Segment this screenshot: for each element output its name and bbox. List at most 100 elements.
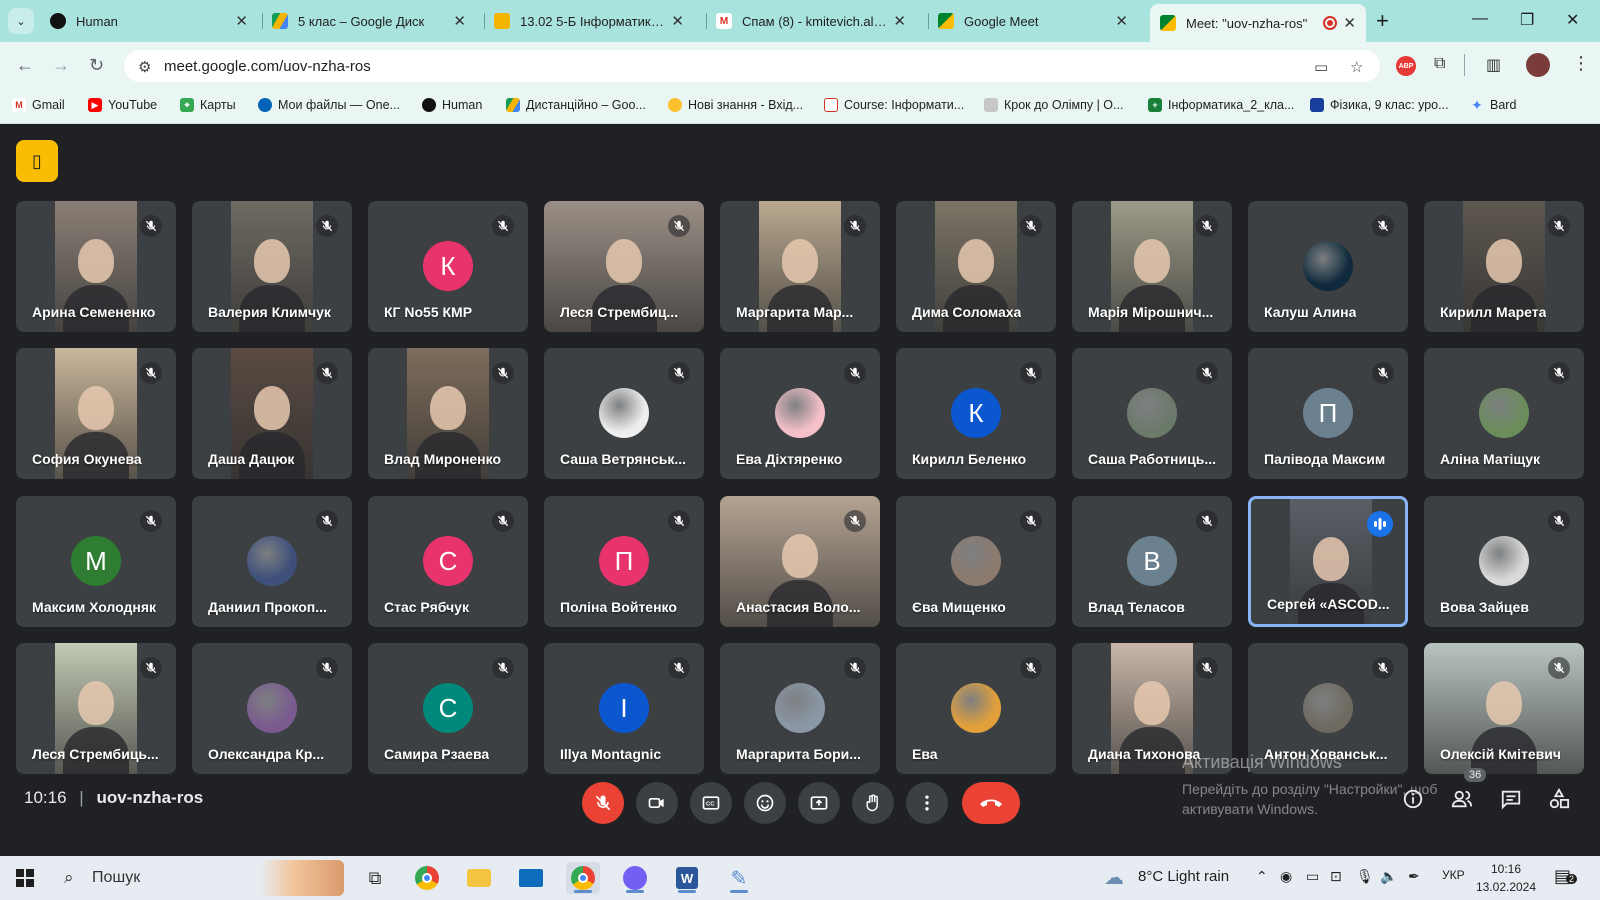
new-tab-button[interactable]: + xyxy=(1376,8,1389,34)
participant-tile[interactable]: София Окунева xyxy=(16,348,176,479)
participant-tile[interactable]: Марія Мірошнич... xyxy=(1072,201,1232,332)
meeting-details-icon[interactable]: ▯ xyxy=(16,140,58,182)
participant-tile[interactable]: Олександра Кр... xyxy=(192,643,352,774)
side-panel-icon[interactable]: ▥ xyxy=(1486,55,1501,75)
close-icon[interactable]: ✕ xyxy=(235,12,248,30)
bookmark-star-icon[interactable]: ☆ xyxy=(1350,58,1363,76)
tab-google-meet[interactable]: Google Meet ✕ xyxy=(928,6,1138,36)
tab-human[interactable]: Human ✕ xyxy=(40,6,258,36)
taskbar-file-explorer[interactable] xyxy=(462,862,496,894)
participant-tile[interactable]: Аліна Матіщук xyxy=(1424,348,1584,479)
tab-meet-active[interactable]: Meet: "uov-nzha-ros" ✕ xyxy=(1150,4,1366,42)
adblock-icon[interactable]: ABP xyxy=(1396,56,1416,76)
more-options-button[interactable] xyxy=(906,782,948,824)
taskbar-paint[interactable]: ✎ xyxy=(722,862,756,894)
tab-gmail[interactable]: M Спам (8) - kmitevich.alex@ ✕ xyxy=(706,6,916,36)
participant-tile[interactable]: С Самира Рзаева xyxy=(368,643,528,774)
participant-tile[interactable]: Валерия Климчук xyxy=(192,201,352,332)
participant-tile[interactable]: Леся Стрембиц... xyxy=(544,201,704,332)
bookmark-drive[interactable]: Дистанційно – Goo... xyxy=(506,98,646,112)
taskbar-chrome-active[interactable] xyxy=(566,862,600,894)
tab-slides[interactable]: 13.02 5-Б Інформатика Те ✕ xyxy=(484,6,694,36)
profile-avatar[interactable] xyxy=(1526,53,1550,77)
emoji-reaction-button[interactable] xyxy=(744,782,786,824)
minimize-icon[interactable]: — xyxy=(1472,10,1488,28)
taskbar-search[interactable]: ⌕ Пошук xyxy=(56,860,348,896)
participant-tile[interactable]: К КГ No55 КМР xyxy=(368,201,528,332)
activities-button[interactable] xyxy=(1548,788,1570,810)
participant-tile[interactable]: Дима Соломаха xyxy=(896,201,1056,332)
tray-record-icon[interactable]: ◉ xyxy=(1280,868,1292,885)
taskbar-chrome[interactable] xyxy=(410,862,444,894)
bookmark-maps[interactable]: ⌖ Карты xyxy=(180,98,236,112)
participant-tile[interactable]: Влад Мироненко xyxy=(368,348,528,479)
present-screen-button[interactable] xyxy=(798,782,840,824)
battery-icon[interactable]: ▭ xyxy=(1306,868,1319,885)
participant-tile[interactable]: К Кирилл Беленко xyxy=(896,348,1056,479)
close-icon[interactable]: ✕ xyxy=(1115,12,1128,30)
tab-google-drive[interactable]: 5 клас – Google Диск ✕ xyxy=(262,6,476,36)
reload-icon[interactable]: ↻ xyxy=(89,55,104,76)
close-icon[interactable]: ✕ xyxy=(1343,14,1356,32)
restore-icon[interactable]: ❐ xyxy=(1520,10,1534,30)
participant-tile[interactable]: Кирилл Марета xyxy=(1424,201,1584,332)
taskbar-mail[interactable] xyxy=(514,862,548,894)
close-icon[interactable]: ✕ xyxy=(893,12,906,30)
bookmark-youtube[interactable]: ▶ YouTube xyxy=(88,98,157,112)
bookmark-informatyka[interactable]: + Інформатика_2_кла... xyxy=(1148,98,1294,112)
taskbar-word[interactable]: W xyxy=(670,862,704,894)
language-indicator[interactable]: УКР xyxy=(1442,868,1465,882)
camera-toggle-button[interactable] xyxy=(636,782,678,824)
start-button[interactable] xyxy=(8,862,42,894)
bookmark-bard[interactable]: ✦ Bard xyxy=(1470,97,1516,113)
participant-tile[interactable]: Калуш Алина xyxy=(1248,201,1408,332)
task-view-button[interactable]: ⧉ xyxy=(358,862,392,894)
taskbar-viber[interactable] xyxy=(618,862,652,894)
participant-tile[interactable]: Ева xyxy=(896,643,1056,774)
participant-tile[interactable]: Даша Дацюк xyxy=(192,348,352,479)
participant-tile[interactable]: Саша Ветрянськ... xyxy=(544,348,704,479)
participant-tile[interactable]: Єва Мищенко xyxy=(896,496,1056,627)
site-info-icon[interactable]: ⚙ xyxy=(138,58,151,76)
participant-tile[interactable]: П Поліна Войтенко xyxy=(544,496,704,627)
close-icon[interactable]: ✕ xyxy=(671,12,684,30)
menu-icon[interactable]: ⋮ xyxy=(1572,53,1590,74)
weather-text[interactable]: 8°C Light rain xyxy=(1138,868,1229,885)
bookmark-course[interactable]: Course: Інформати... xyxy=(824,98,964,112)
participant-tile[interactable]: М Максим Холодняк xyxy=(16,496,176,627)
close-window-icon[interactable]: ✕ xyxy=(1566,10,1579,30)
volume-icon[interactable]: 🔈 xyxy=(1380,868,1397,885)
captions-button[interactable]: CC xyxy=(690,782,732,824)
chat-button[interactable] xyxy=(1500,788,1522,810)
notifications-icon[interactable]: ▤ 2 xyxy=(1554,866,1578,887)
participant-tile[interactable]: Леся Стрембиць... xyxy=(16,643,176,774)
participant-tile[interactable]: Вова Зайцев xyxy=(1424,496,1584,627)
participant-tile[interactable]: Маргарита Мар... xyxy=(720,201,880,332)
back-icon[interactable]: ← xyxy=(16,55,34,76)
network-icon[interactable]: ⊡ xyxy=(1330,868,1342,885)
participant-tile[interactable]: В Влад Теласов xyxy=(1072,496,1232,627)
extensions-icon[interactable]: ⧉ xyxy=(1434,55,1445,73)
participant-tile[interactable]: Ева Діхтяренко xyxy=(720,348,880,479)
forward-icon[interactable]: → xyxy=(52,55,70,76)
participant-tile[interactable]: Саша Работниць... xyxy=(1072,348,1232,479)
participant-tile[interactable]: П Палівода Максим xyxy=(1248,348,1408,479)
bookmark-human[interactable]: Human xyxy=(422,98,482,112)
people-button[interactable] xyxy=(1450,788,1474,810)
tab-search-button[interactable]: ⌄ xyxy=(8,8,34,34)
participant-tile[interactable]: Арина Семененко xyxy=(16,201,176,332)
participant-tile[interactable]: С Стас Рябчук xyxy=(368,496,528,627)
meeting-details-button[interactable] xyxy=(1402,788,1424,810)
bookmark-novi-znannya[interactable]: Нові знання - Вхід... xyxy=(668,98,803,112)
tray-chevron-icon[interactable]: ⌃ xyxy=(1256,868,1268,885)
participant-tile[interactable]: Даниил Прокоп... xyxy=(192,496,352,627)
leave-call-button[interactable] xyxy=(962,782,1020,824)
bookmark-onedrive[interactable]: Мои файлы — One... xyxy=(258,98,400,112)
close-icon[interactable]: ✕ xyxy=(453,12,466,30)
taskbar-clock[interactable]: 10:16 13.02.2024 xyxy=(1470,860,1542,896)
bookmark-krok[interactable]: Крок до Олімпу | О... xyxy=(984,98,1123,112)
pen-icon[interactable]: ✒ xyxy=(1408,868,1420,885)
participant-tile[interactable]: Маргарита Бори... xyxy=(720,643,880,774)
participant-tile[interactable]: Сергей «ASCOD... xyxy=(1248,496,1408,627)
address-bar[interactable]: ⚙ meet.google.com/uov-nzha-ros ▭ ☆ xyxy=(124,50,1380,82)
